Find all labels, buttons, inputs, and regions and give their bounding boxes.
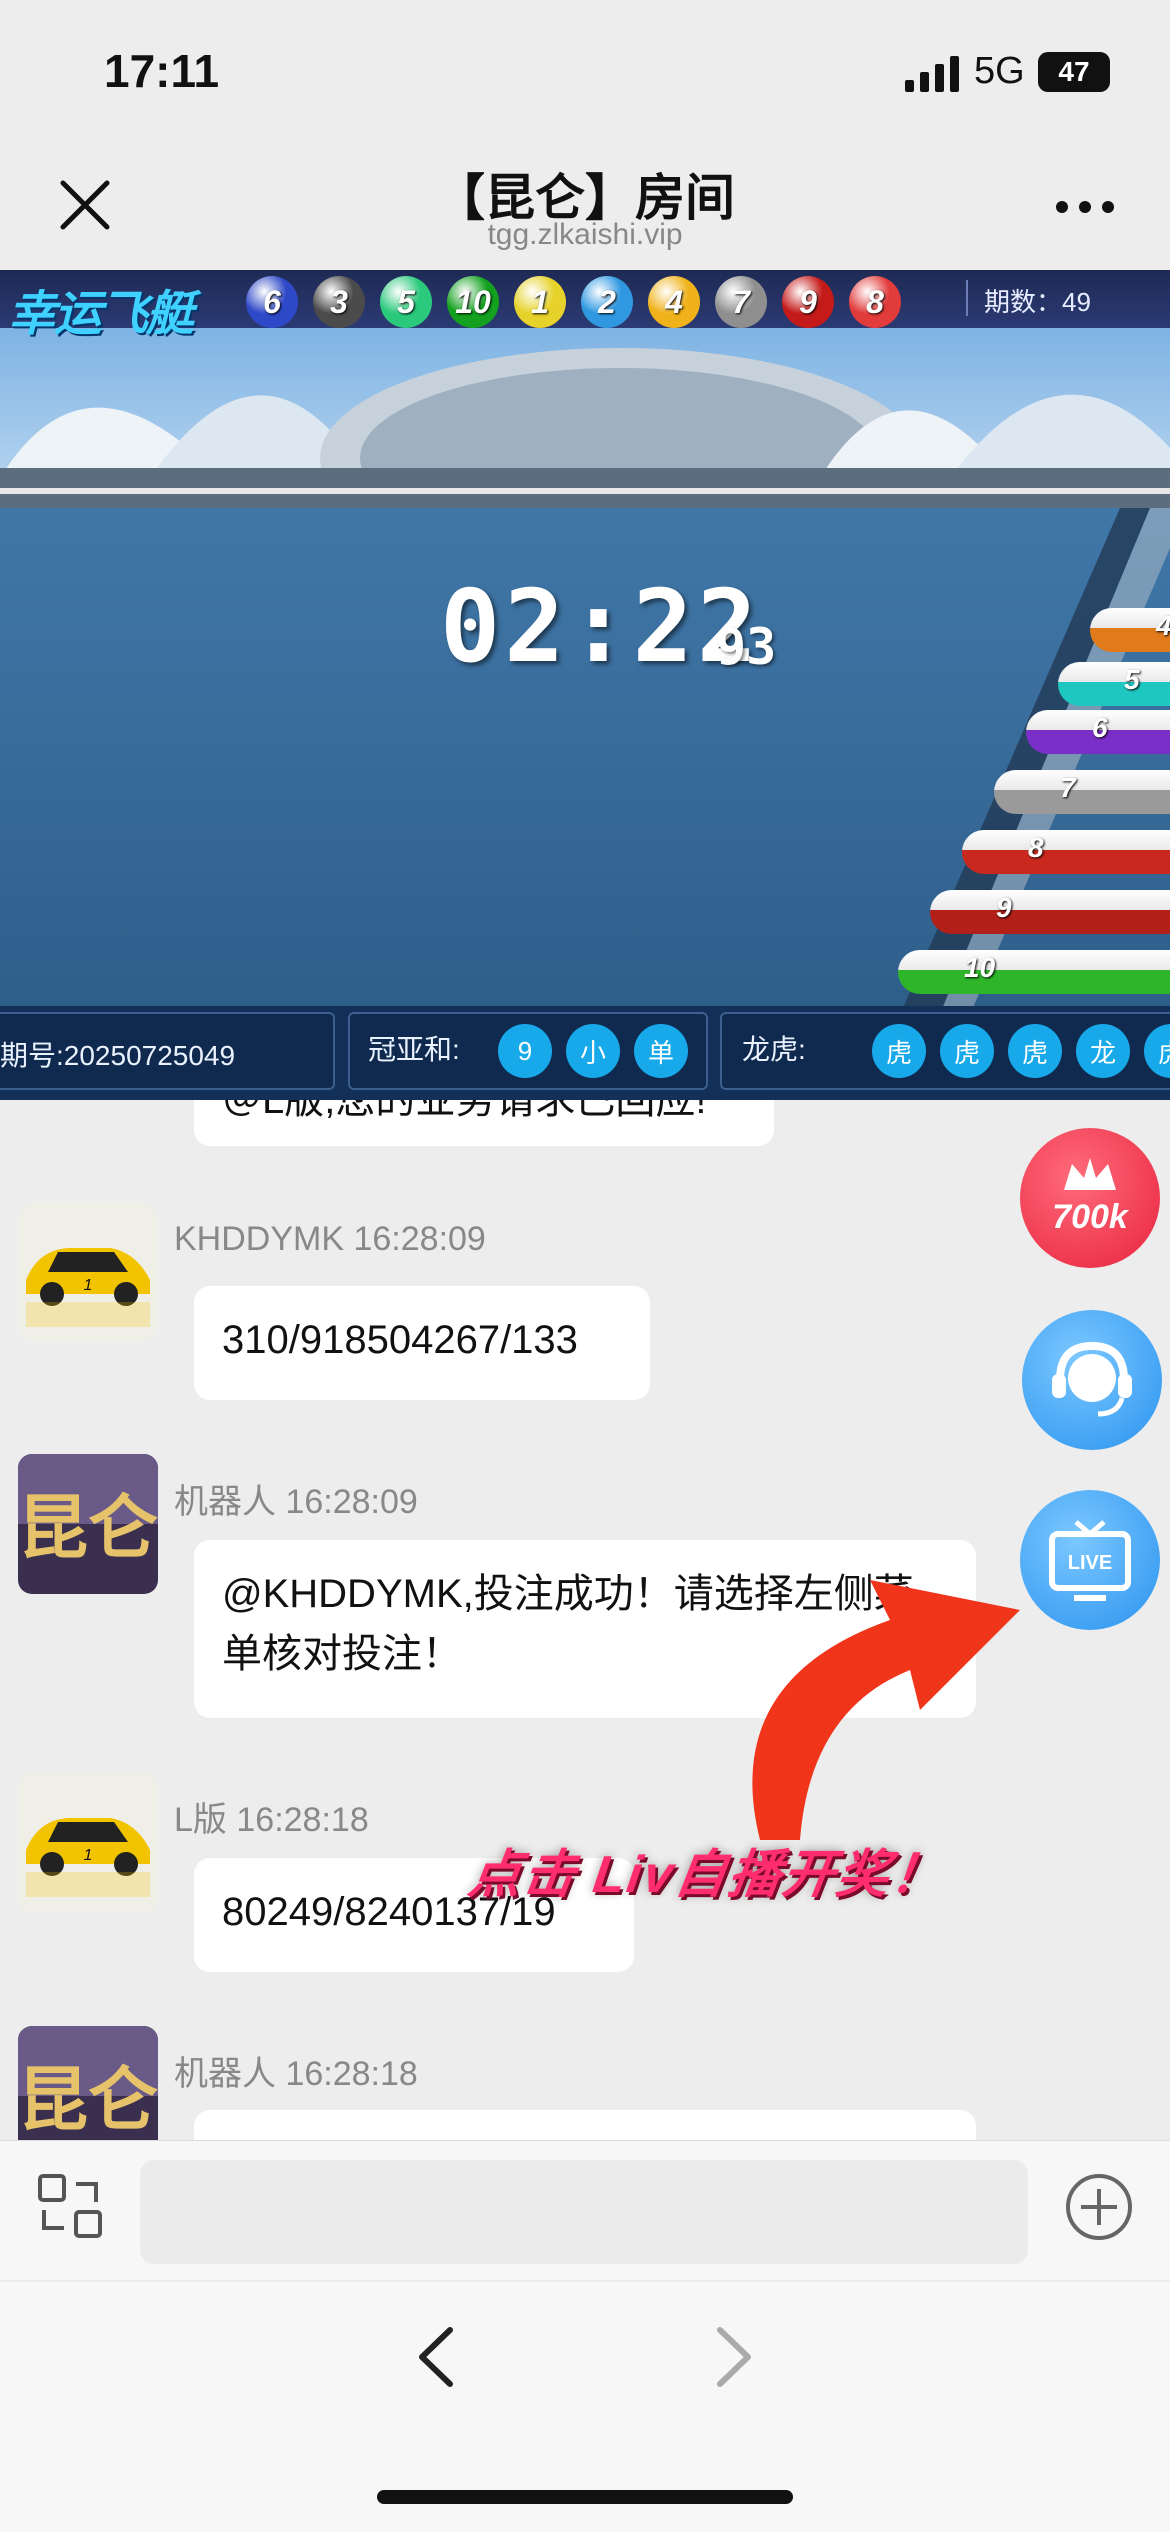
message-meta: KHDDYMK 16:28:09 <box>174 1220 486 1259</box>
result-ball: 1 <box>514 276 566 328</box>
forward-icon[interactable] <box>710 2322 760 2392</box>
svg-text:昆仑: 昆仑 <box>18 2058 158 2140</box>
message-user: 机器人 <box>174 2055 276 2093</box>
stadium-background <box>0 328 1170 508</box>
game-panel: 02:22 93 45678910 幸运飞艇 63510124798 期数：49… <box>0 270 1170 1100</box>
result-ball: 9 <box>782 276 834 328</box>
issue-number: 期号:20250725049 <box>0 1040 236 1071</box>
result-ball: 5 <box>380 276 432 328</box>
message-bubble: 310/918504267/133 <box>194 1286 650 1400</box>
boat <box>930 890 1170 934</box>
result-ball: 3 <box>313 276 365 328</box>
guanya-chip: 9 <box>498 1024 552 1078</box>
longhu-label: 龙虎: <box>742 1034 806 1065</box>
battery-level: 47 <box>1058 56 1090 87</box>
message-time: 16:28:18 <box>285 2055 418 2093</box>
guanya-chip: 单 <box>634 1024 688 1078</box>
message-meta: 机器人 16:28:09 <box>174 1474 418 1523</box>
support-button[interactable] <box>1022 1310 1162 1450</box>
countdown-timer: 02:22 <box>440 568 762 685</box>
signal-icon <box>905 56 959 92</box>
headset-icon <box>1052 1341 1132 1417</box>
svg-text:1: 1 <box>84 1277 93 1294</box>
message-meta: L版 16:28:18 <box>174 1792 369 1841</box>
bot-avatar[interactable]: 昆仑 <box>18 1454 158 1594</box>
message-text: ＠L版,您的业务请求已回应! <box>222 1100 707 1122</box>
boat-number: 9 <box>996 892 1012 923</box>
svg-text:1: 1 <box>84 1847 93 1864</box>
result-ball: 6 <box>246 276 298 328</box>
live-button[interactable]: LIVE <box>1020 1490 1160 1630</box>
game-logo: 幸运飞艇 <box>8 288 194 341</box>
longhu-chip: 虎 <box>872 1024 926 1078</box>
boat <box>994 770 1170 814</box>
message-bubble <box>194 2110 976 2140</box>
boat <box>962 830 1170 874</box>
home-indicator <box>377 2490 793 2504</box>
message-bubble: ＠L版,您的业务请求已回应! <box>194 1100 774 1146</box>
network-type: 5G <box>974 50 1025 92</box>
boat-number: 4 <box>1156 610 1170 642</box>
message-user: L版 <box>174 1801 227 1839</box>
message-time: 16:28:09 <box>285 1483 418 1521</box>
page-url: tgg.zlkaishi.vip <box>487 218 683 251</box>
message-text: 310/918504267/133 <box>222 1318 578 1362</box>
countdown-ms: 93 <box>716 618 777 676</box>
switch-icon[interactable] <box>36 2172 104 2240</box>
promo-text: 点击 Liv自播开奖！ <box>465 1846 949 1904</box>
longhu-chip: 龙 <box>1076 1024 1130 1078</box>
boat-number: 10 <box>964 952 996 983</box>
boat <box>1058 662 1170 706</box>
message-user: 机器人 <box>174 1483 276 1521</box>
status-time: 17:11 <box>104 45 220 97</box>
car-avatar[interactable]: 1 <box>18 1772 158 1912</box>
arrow-icon <box>752 1580 1020 1840</box>
car-avatar[interactable]: 1 <box>18 1202 158 1342</box>
period-label: 期数：49 <box>984 287 1091 317</box>
plus-icon[interactable] <box>1064 2172 1134 2242</box>
longhu-chip: 虎 <box>1008 1024 1062 1078</box>
boat-number: 6 <box>1092 712 1108 743</box>
result-ball: 10 <box>447 276 499 328</box>
boat-number: 5 <box>1124 664 1140 695</box>
boat-number: 8 <box>1028 832 1044 863</box>
vip-button[interactable]: 700k <box>1020 1128 1160 1268</box>
more-icon[interactable] <box>1055 200 1115 214</box>
message-user: KHDDYMK <box>174 1220 345 1258</box>
bot-avatar[interactable]: 昆仑 <box>18 2026 158 2140</box>
message-time: 16:28:18 <box>236 1801 369 1839</box>
guanya-chip: 小 <box>566 1024 620 1078</box>
message-input[interactable] <box>140 2160 1028 2264</box>
result-ball: 2 <box>581 276 633 328</box>
message-meta: 机器人 16:28:18 <box>174 2046 418 2095</box>
divider <box>966 280 968 316</box>
vip-label: 700k <box>1052 1198 1128 1236</box>
svg-text:昆仑: 昆仑 <box>18 1486 158 1569</box>
back-icon[interactable] <box>410 2322 460 2392</box>
battery-icon: 47 <box>1038 52 1110 92</box>
guanya-label: 冠亚和: <box>368 1034 460 1065</box>
message-time: 16:28:09 <box>353 1220 486 1258</box>
boat-number: 7 <box>1060 772 1076 803</box>
boat <box>898 950 1170 994</box>
result-ball: 4 <box>648 276 700 328</box>
live-label: LIVE <box>1067 1552 1113 1574</box>
result-ball: 7 <box>715 276 767 328</box>
longhu-chip: 虎 <box>940 1024 994 1078</box>
result-ball: 8 <box>849 276 901 328</box>
